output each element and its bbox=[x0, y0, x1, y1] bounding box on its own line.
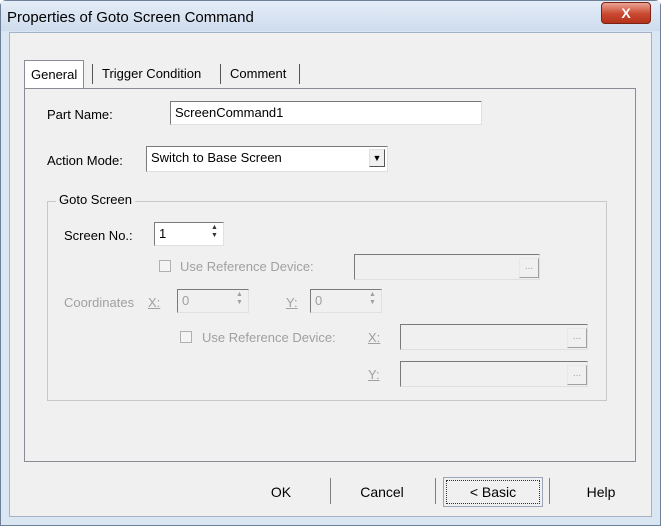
spinner-icon[interactable]: ▲ ▼ bbox=[365, 291, 380, 307]
help-button-label: Help bbox=[586, 484, 616, 500]
coord-ref-y-field[interactable] bbox=[400, 361, 588, 387]
tab-separator bbox=[299, 64, 300, 84]
browse-label: ... bbox=[524, 261, 534, 272]
coordinates-x-label: X: bbox=[148, 295, 161, 310]
screen-no-value: 1 bbox=[159, 226, 167, 241]
cancel-button[interactable]: Cancel bbox=[336, 478, 428, 506]
coord-use-ref-device-label: Use Reference Device: bbox=[202, 330, 336, 345]
browse-label: ... bbox=[572, 368, 582, 379]
tab-general[interactable]: General bbox=[24, 60, 85, 88]
use-ref-device-checkbox[interactable] bbox=[159, 260, 171, 272]
basic-button[interactable]: < Basic bbox=[443, 477, 543, 507]
help-button[interactable]: Help bbox=[556, 478, 646, 506]
browse-icon[interactable]: ... bbox=[567, 328, 587, 348]
coord-ref-x-field[interactable] bbox=[400, 324, 588, 350]
action-mode-label: Action Mode: bbox=[47, 153, 123, 168]
goto-screen-group-title: Goto Screen bbox=[56, 192, 135, 207]
part-name-field[interactable]: ScreenCommand1 bbox=[170, 101, 482, 125]
coordinate-x-stepper[interactable]: 0 ▲ ▼ bbox=[177, 289, 249, 313]
use-ref-device-label: Use Reference Device: bbox=[180, 259, 314, 274]
browse-icon[interactable]: ... bbox=[567, 365, 587, 385]
coordinate-y-value: 0 bbox=[315, 293, 323, 308]
tab-general-label: General bbox=[31, 67, 78, 82]
tab-trigger-condition[interactable]: Trigger Condition bbox=[96, 62, 207, 88]
close-button[interactable]: X bbox=[601, 2, 651, 24]
tab-separator bbox=[220, 64, 221, 84]
coordinates-label: Coordinates bbox=[64, 295, 135, 310]
title-bar[interactable]: Properties of Goto Screen Command X bbox=[1, 1, 660, 31]
window-title: Properties of Goto Screen Command bbox=[7, 9, 254, 26]
button-separator bbox=[330, 478, 331, 504]
action-mode-value: Switch to Base Screen bbox=[151, 150, 282, 165]
cancel-button-label: Cancel bbox=[360, 484, 404, 500]
tab-trigger-condition-label: Trigger Condition bbox=[102, 66, 202, 81]
tab-comment[interactable]: Comment bbox=[224, 62, 292, 88]
coordinate-y-stepper[interactable]: 0 ▲ ▼ bbox=[310, 289, 382, 313]
part-name-label: Part Name: bbox=[47, 107, 113, 122]
coord-use-ref-device-checkbox[interactable] bbox=[180, 331, 192, 343]
close-icon: X bbox=[621, 5, 631, 21]
screen-no-stepper[interactable]: 1 ▲ ▼ bbox=[154, 222, 224, 246]
chevron-down-icon[interactable]: ▼ bbox=[369, 149, 385, 167]
browse-icon[interactable]: ... bbox=[519, 258, 539, 278]
part-name-value: ScreenCommand1 bbox=[175, 105, 284, 120]
ok-button-label: OK bbox=[270, 484, 292, 500]
coord-ref-x-label: X: bbox=[368, 330, 381, 345]
screen-no-label: Screen No.: bbox=[64, 228, 133, 243]
basic-button-label: < Basic bbox=[469, 484, 517, 500]
ref-device-field[interactable] bbox=[354, 254, 540, 280]
spinner-icon[interactable]: ▲ ▼ bbox=[207, 224, 222, 240]
coord-ref-y-label: Y: bbox=[368, 367, 380, 382]
action-mode-dropdown[interactable]: Switch to Base Screen ▼ bbox=[146, 146, 388, 172]
coordinate-x-value: 0 bbox=[182, 293, 190, 308]
button-separator bbox=[435, 478, 436, 504]
spinner-icon[interactable]: ▲ ▼ bbox=[232, 291, 247, 307]
coordinates-y-label: Y: bbox=[286, 295, 298, 310]
button-separator bbox=[549, 478, 550, 504]
ok-button[interactable]: OK bbox=[236, 478, 326, 506]
tab-comment-label: Comment bbox=[230, 66, 287, 81]
tab-separator bbox=[92, 64, 93, 84]
browse-label: ... bbox=[572, 331, 582, 342]
